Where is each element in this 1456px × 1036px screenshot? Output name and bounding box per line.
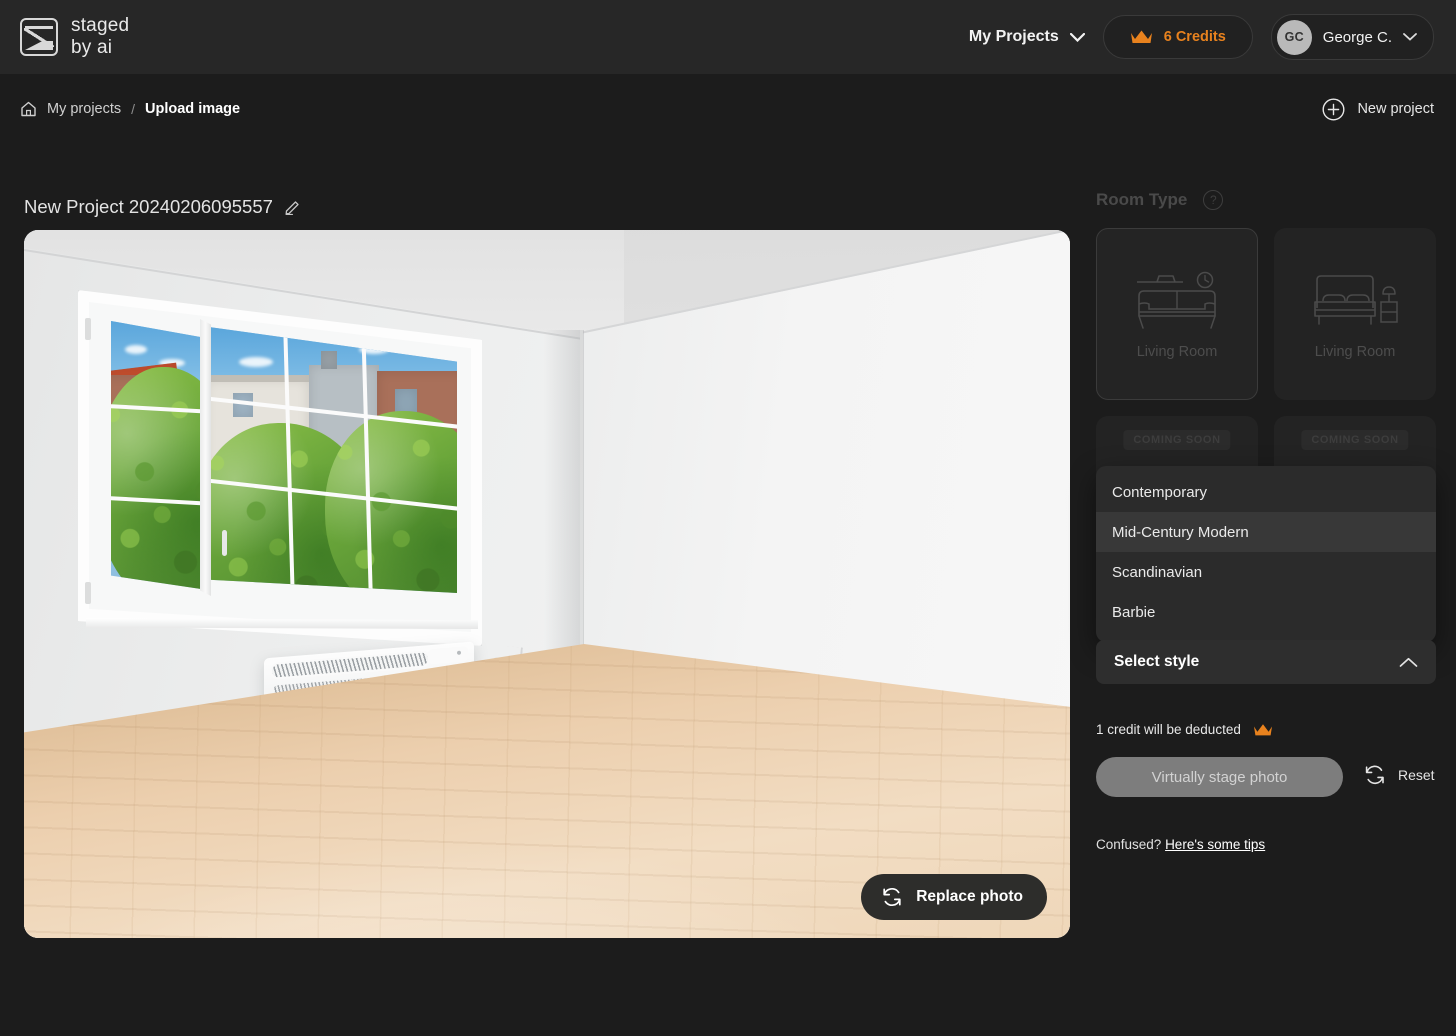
hedge-texture	[111, 367, 201, 589]
window-pane-right	[209, 327, 457, 593]
user-menu[interactable]: GC George C.	[1270, 14, 1434, 60]
style-option-barbie[interactable]: Barbie	[1096, 592, 1436, 632]
breadcrumb-item-upload-image: Upload image	[145, 101, 241, 117]
page-title: New Project 20240206095557	[24, 196, 273, 217]
stage-button-label: Virtually stage photo	[1151, 768, 1288, 786]
style-dropdown-menu: Contemporary Mid-Century Modern Scandina…	[1096, 466, 1436, 642]
my-projects-label: My Projects	[968, 28, 1059, 45]
app-logo[interactable]: staged by ai	[20, 15, 129, 59]
window-handle	[222, 530, 227, 556]
my-projects-menu[interactable]: My Projects	[969, 28, 1085, 46]
credit-deduction-note: 1 credit will be deducted	[1096, 722, 1273, 737]
project-title-row: New Project 20240206095557	[24, 196, 301, 218]
bed-icon	[1314, 275, 1398, 325]
breadcrumb-item-my-projects[interactable]: My projects	[47, 101, 121, 117]
room-type-header: Room Type ?	[1096, 190, 1436, 210]
credits-button[interactable]: 6 Credits	[1102, 15, 1253, 59]
user-name-label: George C.	[1322, 28, 1392, 46]
top-nav-actions: My Projects 6 Credits GC George C.	[969, 14, 1434, 60]
coming-soon-badge: COMING SOON	[1301, 430, 1409, 450]
style-option-mid-century-modern[interactable]: Mid-Century Modern	[1096, 512, 1436, 552]
crown-icon	[1130, 30, 1152, 43]
refresh-icon	[883, 888, 901, 906]
sofa-icon	[1137, 271, 1216, 329]
tips-prefix: Confused?	[1096, 837, 1166, 852]
hedge	[111, 367, 201, 589]
room-type-card-living-room[interactable]: Living Room	[1096, 228, 1258, 400]
room-type-label: Living Room	[1314, 344, 1396, 360]
room-type-label: Living Room	[1136, 344, 1218, 360]
top-navigation-bar: staged by ai My Projects 6 Credits GC Ge…	[0, 0, 1456, 74]
style-option-label: Barbie	[1112, 603, 1156, 621]
reset-button[interactable]: Reset	[1363, 764, 1435, 786]
question-mark-icon[interactable]: ?	[1203, 190, 1224, 210]
replace-photo-button[interactable]: Replace photo	[861, 874, 1047, 920]
pencil-icon[interactable]	[285, 199, 301, 215]
tips-row: Confused? Here's some tips	[1096, 837, 1265, 852]
logo-wordmark: staged by ai	[71, 15, 129, 59]
logo-mark-icon	[20, 18, 58, 56]
logo-line-2: by ai	[71, 37, 113, 58]
cloud	[125, 345, 147, 354]
chimney	[321, 351, 337, 369]
tips-link[interactable]: Here's some tips	[1165, 837, 1265, 852]
window-pane-left	[111, 321, 201, 589]
avatar: GC	[1276, 19, 1312, 55]
select-style-button[interactable]: Select style	[1096, 640, 1436, 684]
room-photo[interactable]: Replace photo	[24, 230, 1070, 938]
building-cornice	[209, 375, 313, 382]
chevron-down-icon	[1069, 32, 1085, 42]
breadcrumb: My projects / Upload image	[20, 101, 240, 117]
window-hinge-bottom	[85, 582, 91, 604]
select-style-label: Select style	[1114, 653, 1200, 670]
style-option-scandinavian[interactable]: Scandinavian	[1096, 552, 1436, 592]
cloud	[239, 357, 273, 367]
virtually-stage-photo-button[interactable]: Virtually stage photo	[1096, 757, 1343, 797]
breadcrumb-bar: My projects / Upload image New project	[0, 74, 1456, 144]
home-icon[interactable]	[20, 101, 37, 117]
style-option-label: Scandinavian	[1112, 563, 1203, 581]
style-option-label: Mid-Century Modern	[1112, 523, 1249, 541]
window-hinge-top	[85, 318, 91, 340]
window-mullion	[200, 319, 211, 596]
reset-label: Reset	[1398, 767, 1435, 783]
plus-circle-icon	[1322, 97, 1345, 121]
logo-line-1: staged	[71, 15, 130, 36]
credits-label: 6 Credits	[1163, 29, 1226, 45]
style-option-label: Contemporary	[1112, 483, 1208, 501]
replace-photo-label: Replace photo	[916, 888, 1023, 905]
chevron-up-icon	[1399, 657, 1418, 667]
room-type-title: Room Type	[1096, 190, 1188, 209]
new-project-label: New project	[1357, 101, 1434, 117]
credit-note-label: 1 credit will be deducted	[1096, 722, 1241, 737]
coming-soon-badge: COMING SOON	[1123, 430, 1231, 450]
logo-slash-icon	[24, 28, 54, 47]
style-option-contemporary[interactable]: Contemporary	[1096, 472, 1436, 512]
chevron-down-icon	[1403, 33, 1417, 41]
room-type-card-bedroom[interactable]: Living Room	[1274, 228, 1436, 400]
crown-icon	[1253, 723, 1272, 735]
new-project-button[interactable]: New project	[1322, 97, 1434, 121]
refresh-icon	[1365, 765, 1384, 785]
breadcrumb-separator: /	[131, 101, 136, 117]
